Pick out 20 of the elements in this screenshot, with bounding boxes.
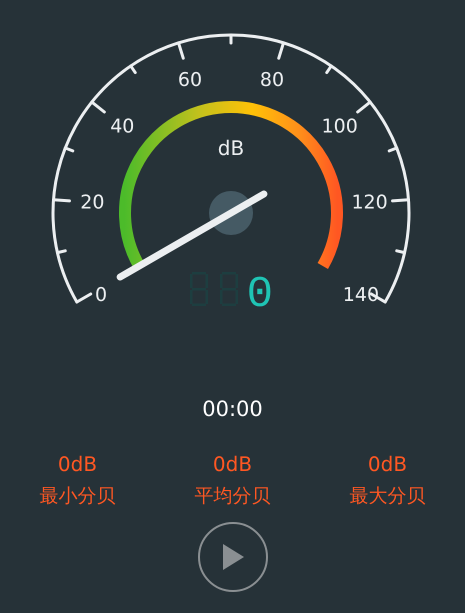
- needle-hub: [209, 191, 253, 235]
- stat-value: 0dB: [58, 452, 98, 476]
- stat-label: 最大分贝: [350, 484, 426, 508]
- scale-label: 100: [322, 115, 358, 138]
- stat-label: 最小分贝: [40, 484, 116, 508]
- scale-label: 80: [260, 69, 284, 92]
- unit-label: dB: [218, 136, 244, 160]
- digital-reading: 0: [246, 270, 273, 320]
- scale-label: 40: [110, 115, 134, 138]
- scale-label: 0: [95, 284, 108, 306]
- stat-value: 0dB: [368, 452, 408, 476]
- stat-label: 平均分贝: [194, 484, 270, 508]
- scale-label: 60: [178, 69, 202, 92]
- scale-label: 140: [342, 284, 380, 306]
- scale-label: 20: [80, 192, 104, 214]
- timer: 00:00: [202, 396, 263, 422]
- play-button[interactable]: [198, 522, 268, 592]
- scale-label: 120: [351, 192, 388, 214]
- play-icon: [220, 543, 244, 571]
- stat-value: 0dB: [212, 452, 252, 476]
